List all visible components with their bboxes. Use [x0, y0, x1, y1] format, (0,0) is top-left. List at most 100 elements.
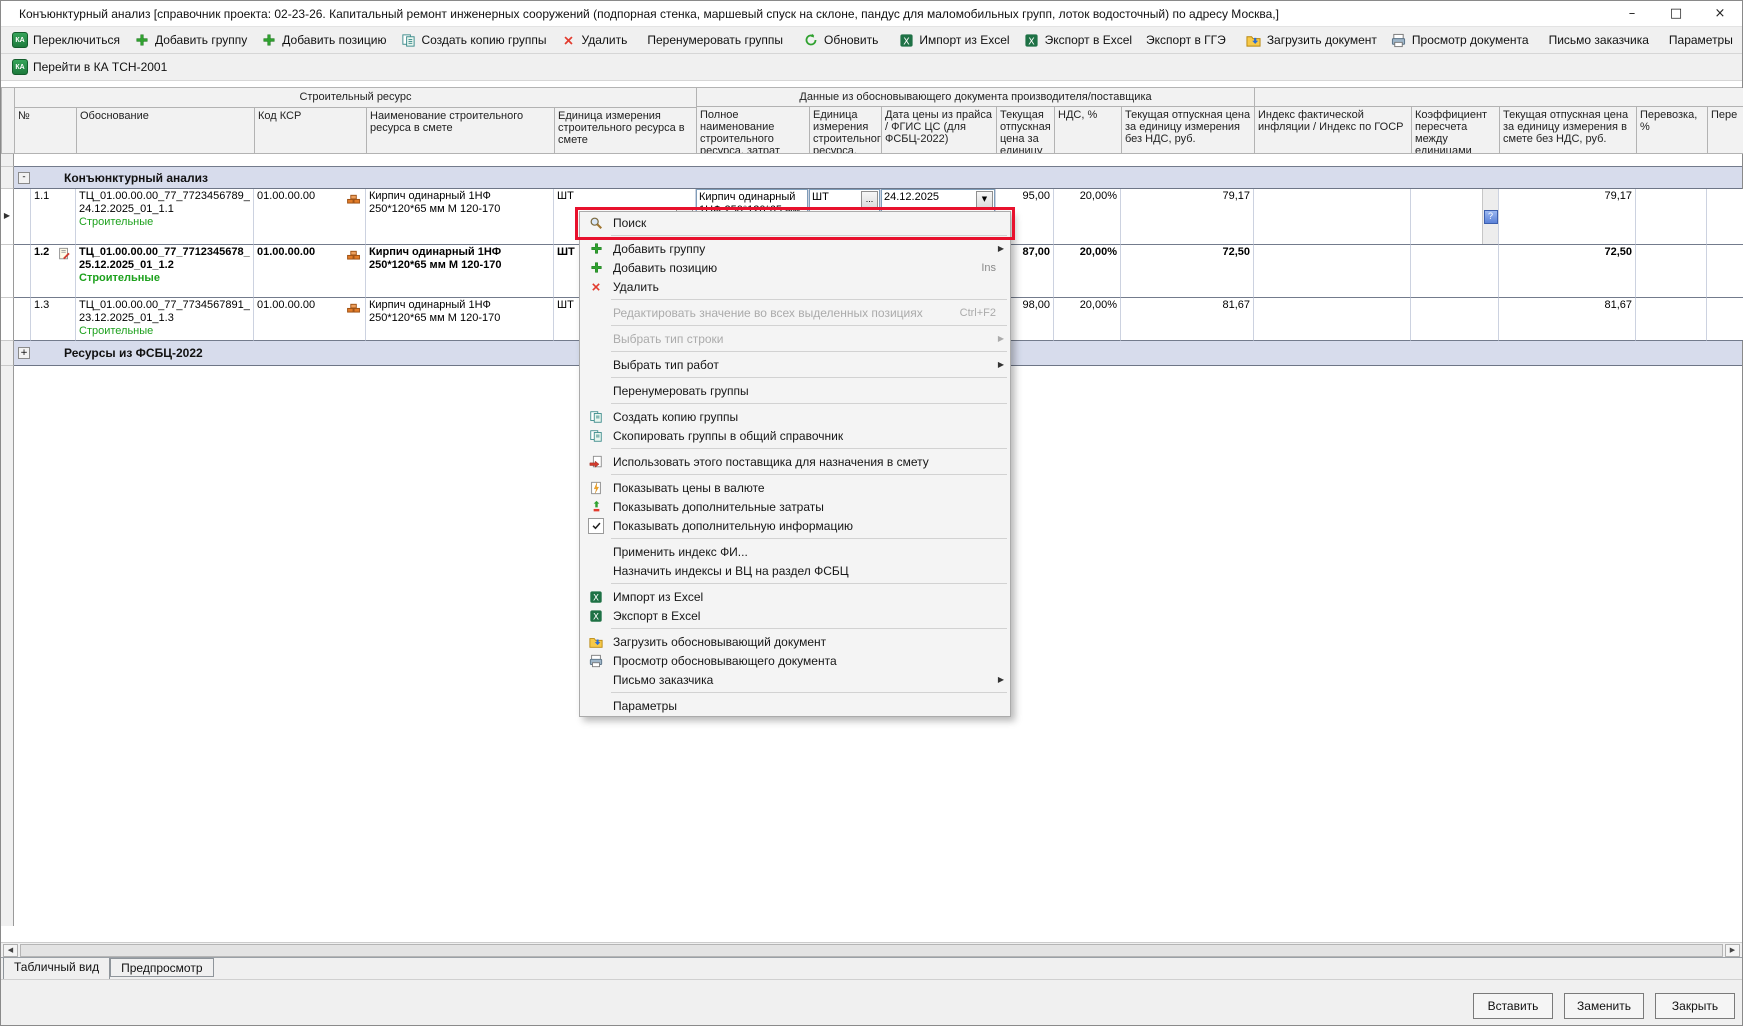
cell-transport[interactable]: [1636, 245, 1707, 298]
column-header-vat[interactable]: НДС, %: [1055, 107, 1122, 154]
cell-ksr-code[interactable]: 01.00.00.00: [254, 298, 366, 341]
column-header-price-date[interactable]: Дата цены из прайса / ФГИС ЦС (для ФСБЦ-…: [882, 107, 997, 154]
menu-item-add-position[interactable]: Добавить позицию Ins: [580, 258, 1010, 277]
column-header-justification[interactable]: Обоснование: [77, 108, 255, 154]
minimize-button[interactable]: –: [1610, 1, 1654, 26]
menu-item-assign-indexes[interactable]: Назначить индексы и ВЦ на раздел ФСБЦ: [580, 561, 1010, 580]
cell-price-estimate[interactable]: 81,67: [1499, 298, 1636, 341]
add-position-button[interactable]: Добавить позицию: [254, 29, 393, 51]
cell-price-estimate[interactable]: 72,50: [1499, 245, 1636, 298]
add-group-button[interactable]: Добавить группу: [127, 29, 254, 51]
column-header-supplier-unit[interactable]: Единица измерения строительног ресурса,: [810, 107, 882, 154]
cell-price-no-vat[interactable]: 81,67: [1121, 298, 1254, 341]
column-header-price-no-vat[interactable]: Текущая отпускная цена за единицу измере…: [1122, 107, 1255, 154]
export-excel-button[interactable]: X Экспорт в Excel: [1017, 29, 1139, 51]
cell-price-estimate[interactable]: 79,17: [1499, 189, 1636, 245]
cell-justification[interactable]: ТЦ_01.00.00.00_77_7723456789_24.12.2025_…: [76, 189, 254, 245]
cell-inflation-index[interactable]: [1254, 189, 1411, 245]
cell-vat[interactable]: 20,00%: [1054, 245, 1121, 298]
delete-button[interactable]: Удалить: [554, 29, 635, 51]
cell-num[interactable]: 1.1: [31, 189, 76, 245]
cell-price-no-vat[interactable]: 72,50: [1121, 245, 1254, 298]
column-header-price-estimate[interactable]: Текущая отпускная цена за единицу измере…: [1500, 107, 1637, 154]
column-header-full-name[interactable]: Полное наименование строительного ресурс…: [697, 107, 810, 154]
switch-button[interactable]: КА Переключиться: [5, 29, 127, 51]
cell-justification[interactable]: ТЦ_01.00.00.00_77_7712345678_25.12.2025_…: [76, 245, 254, 298]
view-document-button[interactable]: Просмотр документа: [1384, 29, 1536, 51]
close-dialog-button[interactable]: Закрыть: [1655, 993, 1735, 1019]
column-header-num[interactable]: №: [15, 108, 77, 154]
group-row-conjuncture-analysis[interactable]: - Конъюнктурный анализ: [1, 167, 1742, 189]
menu-item-add-group[interactable]: Добавить группу ▶: [580, 239, 1010, 258]
replace-button[interactable]: Заменить: [1564, 993, 1644, 1019]
cell-name[interactable]: Кирпич одинарный 1НФ 250*120*65 мм М 120…: [366, 245, 554, 298]
goto-ka-tsn-button[interactable]: КА Перейти в КА ТСН-2001: [5, 56, 174, 78]
column-header-transport[interactable]: Перевозка, %: [1637, 107, 1708, 154]
collapse-group-button[interactable]: -: [18, 172, 30, 184]
cell-price-no-vat[interactable]: 79,17: [1121, 189, 1254, 245]
menu-item-copy-groups-to-shared[interactable]: Скопировать группы в общий справочник: [580, 426, 1010, 445]
customer-letter-button[interactable]: Письмо заказчика: [1542, 30, 1656, 50]
cell-transport[interactable]: [1636, 189, 1707, 245]
horizontal-scrollbar[interactable]: ◀ ▶: [1, 942, 1742, 957]
supplier-unit-picker-button[interactable]: ...: [861, 191, 878, 208]
expand-group-button[interactable]: +: [18, 347, 30, 359]
menu-item-copy-group[interactable]: Создать копию группы: [580, 407, 1010, 426]
maximize-button[interactable]: □: [1654, 1, 1698, 26]
cell-inflation-index[interactable]: [1254, 245, 1411, 298]
scrollbar-thumb[interactable]: [20, 944, 1723, 957]
menu-item-delete[interactable]: Удалить: [580, 277, 1010, 296]
cell-ksr-code[interactable]: 01.00.00.00: [254, 245, 366, 298]
menu-item-view-justifying-document[interactable]: Просмотр обосновывающего документа: [580, 651, 1010, 670]
cell-inflation-index[interactable]: [1254, 298, 1411, 341]
cell-num[interactable]: 1.2: [31, 245, 76, 298]
cell-transport[interactable]: [1636, 298, 1707, 341]
menu-item-search[interactable]: Поиск: [580, 213, 1010, 232]
column-header-ksr-code[interactable]: Код КСР: [255, 108, 367, 154]
menu-item-renumber-groups[interactable]: Перенумеровать группы: [580, 381, 1010, 400]
menu-item-customer-letter[interactable]: Письмо заказчика ▶: [580, 670, 1010, 689]
menu-item-use-supplier[interactable]: Использовать этого поставщика для назнач…: [580, 452, 1010, 471]
parameters-button[interactable]: Параметры: [1662, 30, 1740, 50]
column-header-name[interactable]: Наименование строительного ресурса в сме…: [367, 108, 555, 154]
refresh-button[interactable]: Обновить: [796, 29, 885, 51]
cell-transport2[interactable]: [1707, 298, 1743, 341]
coefficient-help-button[interactable]: ?: [1484, 210, 1498, 224]
menu-item-export-excel[interactable]: X Экспорт в Excel: [580, 606, 1010, 625]
cell-justification[interactable]: ТЦ_01.00.00.00_77_7734567891_23.12.2025_…: [76, 298, 254, 341]
menu-item-show-currency-prices[interactable]: Показывать цены в валюте: [580, 478, 1010, 497]
menu-item-parameters[interactable]: Параметры: [580, 696, 1010, 715]
cell-name[interactable]: Кирпич одинарный 1НФ 250*120*65 мм М 120…: [366, 189, 554, 245]
copy-group-button[interactable]: Создать копию группы: [393, 29, 553, 51]
column-header-conversion-coeff[interactable]: Коэффициент пересчета между единицами: [1412, 107, 1500, 154]
close-button[interactable]: ×: [1698, 1, 1742, 26]
renumber-groups-button[interactable]: Перенумеровать группы: [640, 30, 790, 50]
tab-table-view[interactable]: Табличный вид: [3, 958, 110, 980]
cell-conversion-coeff[interactable]: ?: [1411, 189, 1499, 245]
cell-vat[interactable]: 20,00%: [1054, 298, 1121, 341]
column-header-transport2[interactable]: Пере: [1708, 107, 1743, 154]
cell-name[interactable]: Кирпич одинарный 1НФ 250*120*65 мм М 120…: [366, 298, 554, 341]
load-document-button[interactable]: Загрузить документ: [1239, 29, 1384, 51]
scroll-left-button[interactable]: ◀: [3, 944, 18, 957]
cell-ksr-code[interactable]: 01.00.00.00: [254, 189, 366, 245]
export-gge-button[interactable]: Экспорт в ГГЭ: [1139, 30, 1233, 50]
column-header-inflation-index[interactable]: Индекс фактической инфляции / Индекс по …: [1255, 107, 1412, 154]
menu-item-show-extra-costs[interactable]: Показывать дополнительные затраты: [580, 497, 1010, 516]
menu-item-select-work-type[interactable]: Выбрать тип работ ▶: [580, 355, 1010, 374]
column-header-price[interactable]: Текущая отпускная цена за единицу: [997, 107, 1055, 154]
column-header-unit[interactable]: Единица измерения строительного ресурса …: [555, 108, 697, 154]
cell-vat[interactable]: 20,00%: [1054, 189, 1121, 245]
menu-item-apply-fi-index[interactable]: Применить индекс ФИ...: [580, 542, 1010, 561]
cell-transport2[interactable]: [1707, 245, 1743, 298]
date-dropdown-button[interactable]: ▼: [976, 191, 993, 208]
scroll-right-button[interactable]: ▶: [1725, 944, 1740, 957]
insert-button[interactable]: Вставить: [1473, 993, 1553, 1019]
tab-preview[interactable]: Предпросмотр: [110, 958, 213, 977]
cell-conversion-coeff[interactable]: [1411, 245, 1499, 298]
import-excel-button[interactable]: X Импорт из Excel: [891, 29, 1016, 51]
menu-item-show-extra-info[interactable]: Показывать дополнительную информацию: [580, 516, 1010, 535]
cell-conversion-coeff[interactable]: [1411, 298, 1499, 341]
cell-transport2[interactable]: [1707, 189, 1743, 245]
menu-item-import-excel[interactable]: X Импорт из Excel: [580, 587, 1010, 606]
